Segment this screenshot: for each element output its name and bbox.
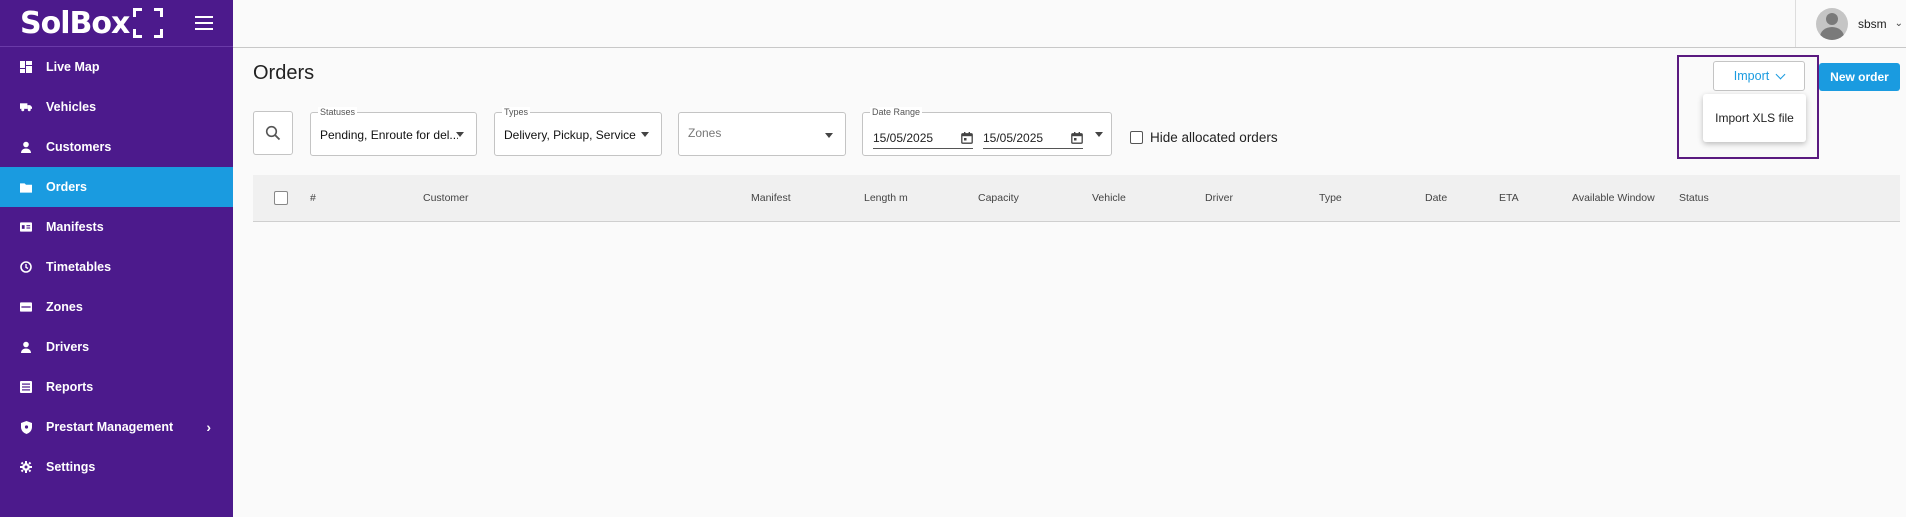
person-icon [20,341,32,353]
zones-placeholder: Zones [688,126,722,140]
sidebar-item-label: Orders [46,180,87,194]
import-xls-label: Import XLS file [1715,111,1794,125]
shield-icon [20,420,32,434]
username: sbsm [1858,16,1887,31]
types-select[interactable]: Types Delivery, Pickup, Service [494,107,662,156]
sidebar-item-vehicles[interactable]: Vehicles [0,87,233,127]
sidebar-item-customers[interactable]: Customers [0,127,233,167]
sidebar-item-label: Drivers [46,340,90,354]
page-title: Orders [253,62,315,84]
import-label: Import [1733,69,1770,83]
caret-down-icon [825,133,833,138]
date-from-field[interactable]: 15/05/2025 [873,127,973,149]
calendar-icon[interactable] [961,131,973,144]
hide-allocated-checkbox[interactable] [1130,131,1143,144]
caret-down-icon[interactable] [1095,132,1103,137]
column-header-length[interactable]: Length m [864,192,908,204]
chevron-right-icon: › [206,419,211,435]
hamburger-menu-icon[interactable] [195,16,213,30]
statuses-legend: Statuses [318,107,358,117]
date-from-value: 15/05/2025 [873,130,934,145]
hide-allocated-toggle: Hide allocated orders [1130,130,1278,145]
sidebar-item-label: Settings [46,460,96,474]
id-card-icon [20,221,32,233]
gear-icon [20,461,32,473]
statuses-value: Pending, Enroute for del... [320,128,458,142]
folder-icon [20,181,32,193]
sidebar-item-manifests[interactable]: Manifests [0,207,233,247]
column-header-vehicle[interactable]: Vehicle [1092,192,1126,204]
caret-down-icon [641,132,649,137]
column-header-date[interactable]: Date [1425,192,1447,204]
chevron-down-icon [1775,69,1786,79]
logo-text: SolBox [20,5,130,41]
sidebar-item-drivers[interactable]: Drivers [0,327,233,367]
types-value: Delivery, Pickup, Service [504,128,636,142]
sidebar-item-label: Zones [46,300,83,314]
sidebar-item-reports[interactable]: Reports [0,367,233,407]
sidebar-item-zones[interactable]: Zones [0,287,233,327]
logo-bar: SolBox [0,0,233,47]
select-all-checkbox[interactable] [274,191,288,205]
date-to-value: 15/05/2025 [983,130,1044,145]
dashboard-icon [20,61,32,73]
import-xls-menu-item[interactable]: Import XLS file [1703,94,1806,142]
truck-icon [20,101,32,113]
chevron-down-icon[interactable]: ⌄ [1895,18,1903,29]
topbar: sbsm ⌄ [233,0,1906,48]
hide-allocated-label: Hide allocated orders [1150,130,1278,145]
orders-table-header: # Customer Manifest Length m Capacity Ve… [253,175,1900,222]
sidebar-item-label: Timetables [46,260,112,274]
date-to-field[interactable]: 15/05/2025 [983,127,1083,149]
column-header-driver[interactable]: Driver [1205,192,1233,204]
logo: SolBox [20,5,164,41]
types-legend: Types [502,107,531,117]
new-order-button[interactable]: New order [1819,63,1900,91]
sidebar-nav: Live Map Vehicles Customers Orders Manif… [0,47,233,487]
sidebar-item-live-map[interactable]: Live Map [0,47,233,87]
column-header-capacity[interactable]: Capacity [978,192,1019,204]
sidebar-item-settings[interactable]: Settings [0,447,233,487]
date-range-legend: Date Range [870,107,923,117]
search-icon [265,125,281,141]
column-header-type[interactable]: Type [1319,192,1342,204]
statuses-select[interactable]: Statuses Pending, Enroute for del... [310,107,477,156]
date-range-picker: Date Range 15/05/2025 15/05/2025 [862,107,1112,156]
new-order-label: New order [1830,70,1889,84]
user-menu[interactable]: sbsm ⌄ [1795,0,1906,47]
sidebar-item-label: Live Map [46,60,100,74]
column-header-customer[interactable]: Customer [423,192,469,204]
sidebar-item-label: Manifests [46,220,104,234]
report-icon [20,381,32,393]
sidebar-item-label: Prestart Management [46,420,174,434]
zones-icon [20,301,32,313]
sidebar-item-label: Customers [46,140,112,154]
calendar-icon[interactable] [1071,131,1083,144]
zones-select[interactable]: Zones [678,112,846,156]
person-icon [20,141,32,153]
sidebar-item-timetables[interactable]: Timetables [0,247,233,287]
sidebar-item-prestart-management[interactable]: Prestart Management › [0,407,233,447]
logo-bracket-icon [133,8,164,38]
column-header-eta[interactable]: ETA [1499,192,1519,204]
column-header-manifest[interactable]: Manifest [751,192,791,204]
column-header-number[interactable]: # [310,192,316,204]
clock-icon [20,261,32,273]
column-header-status[interactable]: Status [1679,192,1709,204]
avatar[interactable] [1816,7,1848,40]
search-button[interactable] [253,111,293,155]
column-header-available-window[interactable]: Available Window [1572,192,1655,204]
caret-down-icon [456,132,464,137]
import-button[interactable]: Import [1713,61,1805,91]
sidebar-item-orders[interactable]: Orders [0,167,233,207]
sidebar: SolBox Live Map Vehicles Customers Order… [0,0,233,517]
sidebar-item-label: Reports [46,380,94,394]
sidebar-item-label: Vehicles [46,100,97,114]
